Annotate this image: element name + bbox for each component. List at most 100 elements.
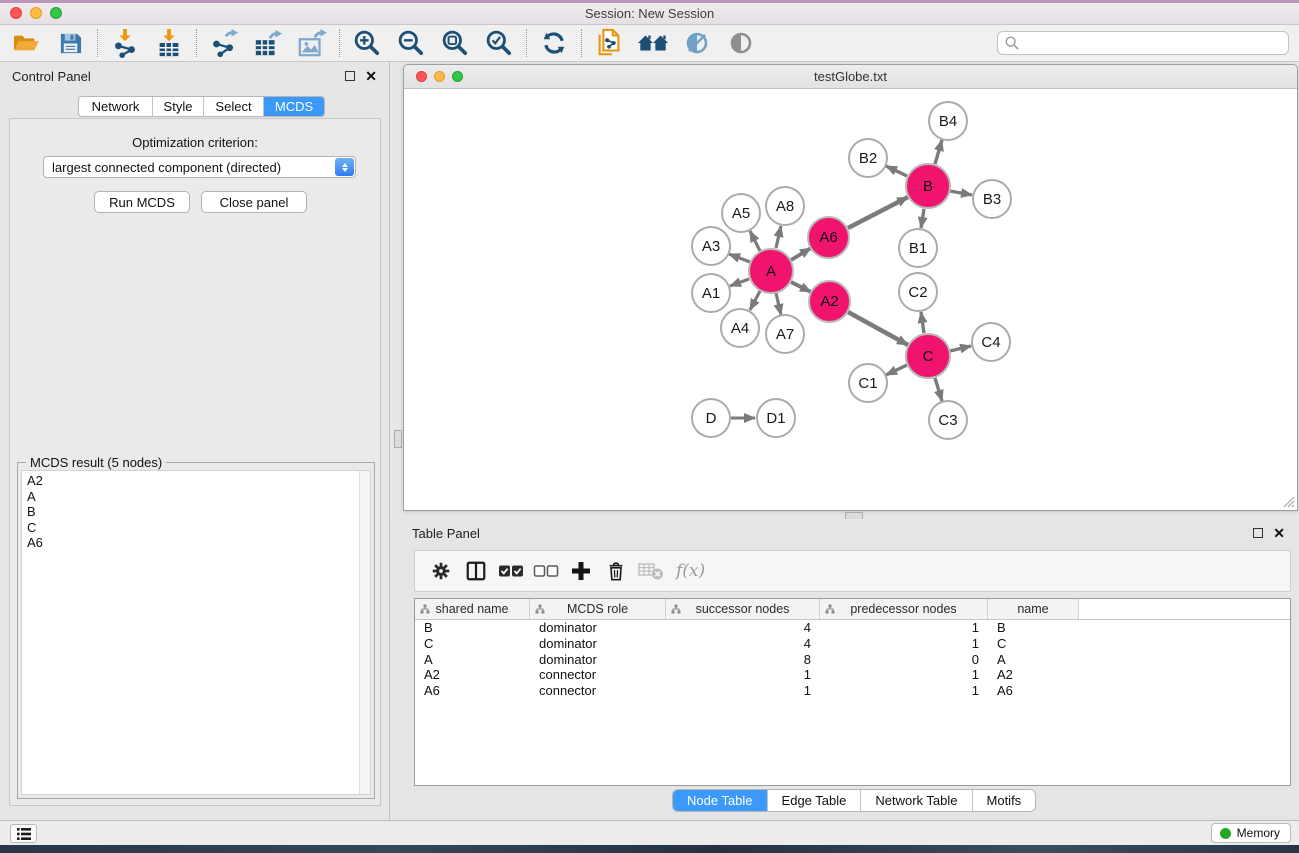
scrollbar[interactable]	[359, 471, 370, 794]
column-header[interactable]: successor nodes	[666, 599, 820, 619]
table-row[interactable]: A2 connector 1 1 A2	[415, 667, 1290, 683]
graph-node[interactable]: B3	[972, 179, 1012, 219]
memory-status-icon	[1220, 828, 1231, 839]
tab-mcds[interactable]: MCDS	[264, 97, 324, 116]
zoom-window-button[interactable]	[452, 71, 463, 82]
list-item[interactable]: C	[22, 520, 370, 536]
show-columns-icon[interactable]	[462, 557, 490, 585]
zoom-out-icon[interactable]	[395, 27, 427, 59]
close-panel-icon[interactable]: ✕	[1273, 526, 1285, 540]
table-row[interactable]: C dominator 4 1 C	[415, 636, 1290, 652]
graph-node[interactable]: A	[748, 248, 794, 294]
minimize-window-button[interactable]	[434, 71, 445, 82]
float-panel-icon[interactable]	[345, 71, 355, 81]
list-item[interactable]: A	[22, 489, 370, 505]
graph-node[interactable]: C3	[928, 400, 968, 440]
import-table-icon[interactable]	[153, 27, 185, 59]
list-item[interactable]: A2	[22, 473, 370, 489]
column-header[interactable]: name	[988, 599, 1079, 619]
graph-node[interactable]: A5	[721, 193, 761, 233]
graph-node[interactable]: A6	[807, 216, 850, 259]
deselect-all-icon[interactable]	[532, 557, 560, 585]
search-input[interactable]	[997, 31, 1289, 55]
optimization-criterion-select[interactable]: largest connected component (directed)	[43, 156, 356, 178]
table-row[interactable]: A6 connector 1 1 A6	[415, 683, 1290, 699]
show-panels-button[interactable]	[10, 824, 37, 843]
graph-node[interactable]: B4	[928, 101, 968, 141]
graph-node[interactable]: C1	[848, 363, 888, 403]
tab-node-table[interactable]: Node Table	[673, 790, 768, 811]
close-window-button[interactable]	[416, 71, 427, 82]
float-panel-icon[interactable]	[1253, 528, 1263, 538]
graph-node[interactable]: A4	[720, 308, 760, 348]
tab-motifs[interactable]: Motifs	[973, 790, 1036, 811]
graph-node[interactable]: B1	[898, 228, 938, 268]
graph-node[interactable]: A1	[691, 273, 731, 313]
column-header[interactable]: MCDS role	[530, 599, 666, 619]
graph-node[interactable]: C2	[898, 272, 938, 312]
graph-node[interactable]: C4	[971, 322, 1011, 362]
hierarchy-icon	[420, 604, 430, 614]
gear-icon[interactable]	[427, 557, 455, 585]
zoom-fit-icon[interactable]	[439, 27, 471, 59]
vertical-splitter-handle[interactable]	[394, 430, 402, 448]
column-header[interactable]: shared name	[415, 599, 530, 619]
network-window-titlebar[interactable]: testGlobe.txt	[404, 65, 1297, 89]
graph-node[interactable]: D1	[756, 398, 796, 438]
cell-successor: 1	[666, 683, 820, 699]
home-network-icon[interactable]	[637, 27, 669, 59]
table-row[interactable]: B dominator 4 1 B	[415, 620, 1290, 636]
graph-node[interactable]: A7	[765, 314, 805, 354]
zoom-in-icon[interactable]	[351, 27, 383, 59]
close-panel-icon[interactable]: ✕	[365, 69, 377, 83]
refresh-icon[interactable]	[538, 27, 570, 59]
graph-node[interactable]: A8	[765, 186, 805, 226]
visibility-icon[interactable]	[725, 27, 757, 59]
tab-network-table[interactable]: Network Table	[861, 790, 972, 811]
export-network-icon[interactable]	[208, 27, 240, 59]
graph-node[interactable]: A3	[691, 226, 731, 266]
network-window-title: testGlobe.txt	[814, 69, 887, 84]
open-file-icon[interactable]	[10, 27, 42, 59]
graph-node[interactable]: D	[691, 398, 731, 438]
tab-style[interactable]: Style	[153, 97, 204, 116]
zoom-window-button[interactable]	[50, 7, 62, 19]
tab-network[interactable]: Network	[79, 97, 153, 116]
function-builder-icon[interactable]: f(x)	[676, 561, 705, 581]
cell-name: A6	[988, 683, 1079, 699]
delete-table-icon[interactable]	[637, 557, 665, 585]
column-header[interactable]: predecessor nodes	[820, 599, 988, 619]
save-session-icon[interactable]	[54, 27, 86, 59]
memory-button[interactable]: Memory	[1211, 823, 1291, 843]
export-table-icon[interactable]	[252, 27, 284, 59]
cell-mcds-role: dominator	[530, 652, 666, 668]
graph-node[interactable]: B	[905, 163, 951, 209]
list-item[interactable]: B	[22, 504, 370, 520]
select-all-icon[interactable]	[497, 557, 525, 585]
table-tabs: Node Table Edge Table Network Table Moti…	[672, 789, 1036, 812]
import-network-icon[interactable]	[109, 27, 141, 59]
export-image-icon[interactable]	[296, 27, 328, 59]
resize-grip-icon[interactable]	[1281, 494, 1295, 508]
tab-select[interactable]: Select	[204, 97, 264, 116]
cell-name: A	[988, 652, 1079, 668]
zoom-selected-icon[interactable]	[483, 27, 515, 59]
hierarchy-icon	[825, 604, 835, 614]
minimize-window-button[interactable]	[30, 7, 42, 19]
tab-edge-table[interactable]: Edge Table	[768, 790, 862, 811]
delete-column-icon[interactable]	[602, 557, 630, 585]
table-row[interactable]: A dominator 8 0 A	[415, 652, 1290, 668]
list-item[interactable]: A6	[22, 535, 370, 551]
window-title: Session: New Session	[585, 6, 714, 21]
hide-panels-icon[interactable]	[681, 27, 713, 59]
graph-node[interactable]: A2	[808, 280, 851, 323]
network-canvas[interactable]: B4 B2 B B3 A5 A8 A6 A3 A B1 A1 C2 A2 A4 …	[404, 89, 1297, 510]
graph-node[interactable]: B2	[848, 138, 888, 178]
mcds-result-list[interactable]: A2 A B C A6	[21, 470, 371, 795]
close-window-button[interactable]	[10, 7, 22, 19]
run-mcds-button[interactable]: Run MCDS	[94, 191, 190, 213]
close-panel-button[interactable]: Close panel	[201, 191, 307, 213]
add-column-icon[interactable]	[567, 557, 595, 585]
clone-network-icon[interactable]	[593, 27, 625, 59]
graph-node[interactable]: C	[905, 333, 951, 379]
